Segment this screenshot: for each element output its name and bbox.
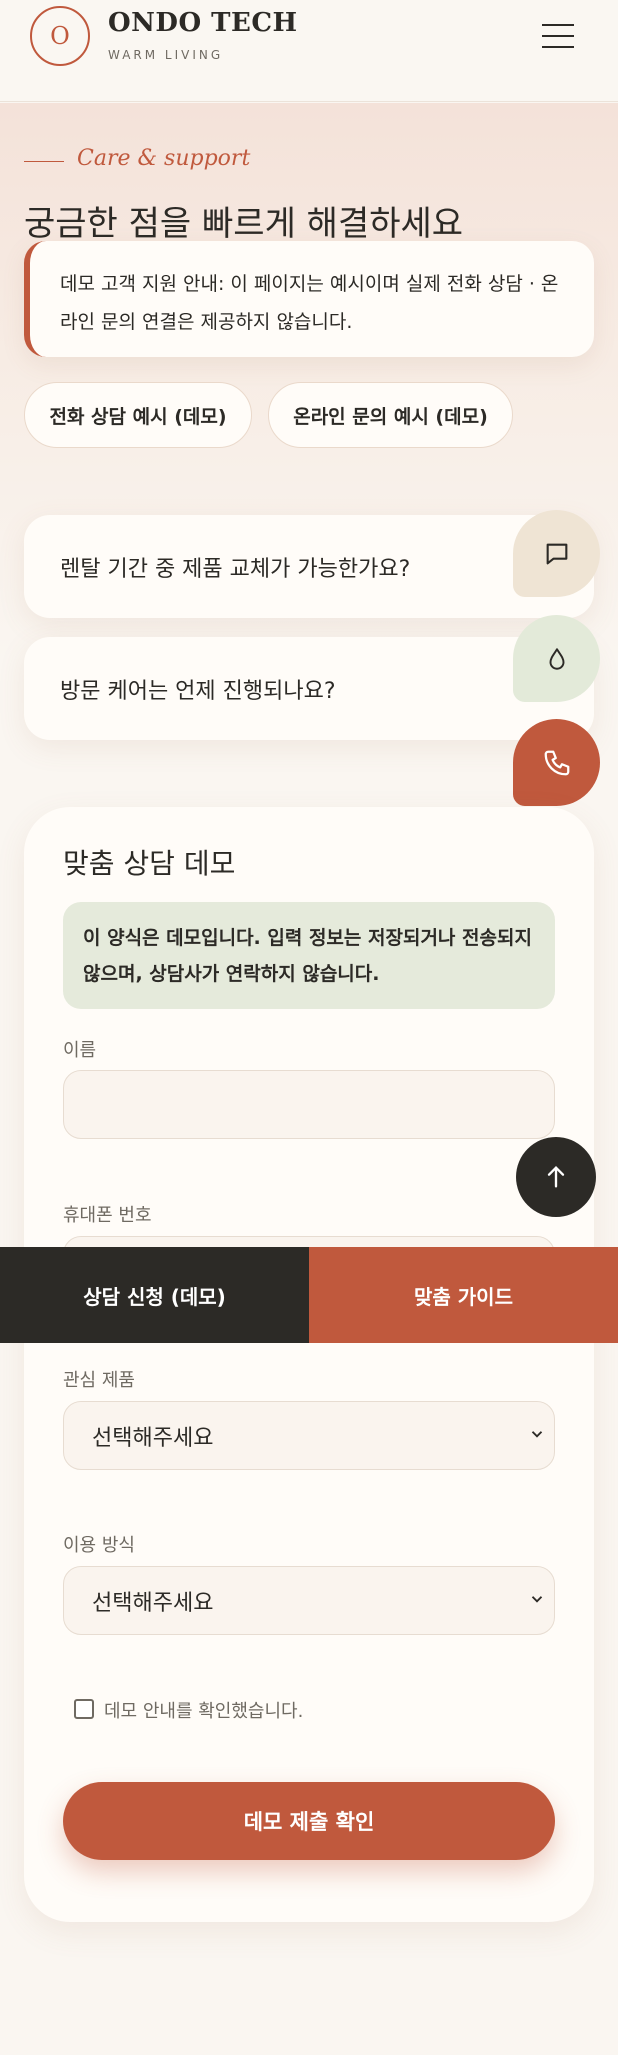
- logo-letter: O: [50, 22, 70, 50]
- phone-label: 휴대폰 번호: [63, 1205, 152, 1226]
- product-select-value: 선택해주세요: [92, 1425, 214, 1451]
- chevron-down-icon: [531, 1596, 543, 1603]
- hamburger-icon[interactable]: [538, 18, 578, 54]
- eyebrow-divider: [24, 161, 64, 162]
- product-label: 관심 제품: [63, 1370, 135, 1391]
- usage-label: 이용 방식: [63, 1535, 135, 1556]
- usage-select[interactable]: 선택해주세요: [63, 1566, 555, 1635]
- usage-select-value: 선택해주세요: [92, 1590, 214, 1616]
- demo-notice-text: 데모 고객 지원 안내: 이 페이지는 예시이며 실제 전화 상담 · 온라인 …: [60, 273, 559, 333]
- page-title: 궁금한 점을 빠르게 해결하세요: [24, 204, 464, 244]
- submit-label: 데모 제출 확인: [243, 1810, 375, 1834]
- chat-bubble-icon[interactable]: [513, 510, 600, 597]
- water-drop-icon[interactable]: [513, 615, 600, 702]
- custom-guide-label: 맞춤 가이드: [414, 1284, 513, 1309]
- name-label: 이름: [63, 1040, 97, 1061]
- consult-request-button[interactable]: 상담 신청 (데모): [0, 1247, 309, 1343]
- brand-name[interactable]: ONDO TECH: [108, 8, 298, 38]
- form-demo-note: 이 양식은 데모입니다. 입력 정보는 저장되거나 전송되지 않으며, 상담사가…: [63, 902, 555, 1009]
- product-select[interactable]: 선택해주세요: [63, 1401, 555, 1470]
- brand-tagline: WARM LIVING: [108, 48, 224, 62]
- logo-mark[interactable]: O: [30, 6, 90, 66]
- consent-label[interactable]: 데모 안내를 확인했습니다.: [104, 1697, 303, 1723]
- site-header: O ONDO TECH WARM LIVING: [0, 0, 618, 102]
- online-inquiry-label: 온라인 문의 예시 (데모): [293, 405, 488, 428]
- online-inquiry-button[interactable]: 온라인 문의 예시 (데모): [268, 382, 513, 448]
- phone-icon[interactable]: [513, 719, 600, 806]
- arrow-up-icon[interactable]: [516, 1137, 596, 1217]
- faq-item[interactable]: 방문 케어는 언제 진행되나요?: [24, 637, 594, 740]
- faq-item[interactable]: 렌탈 기간 중 제품 교체가 가능한가요?: [24, 515, 594, 618]
- submit-button[interactable]: 데모 제출 확인: [63, 1782, 555, 1860]
- section-eyebrow: Care & support: [77, 146, 251, 171]
- phone-consult-label: 전화 상담 예시 (데모): [49, 405, 227, 428]
- faq-question: 렌탈 기간 중 제품 교체가 가능한가요?: [60, 556, 411, 582]
- faq-question: 방문 케어는 언제 진행되나요?: [60, 678, 336, 704]
- phone-consult-button[interactable]: 전화 상담 예시 (데모): [24, 382, 252, 448]
- form-title: 맞춤 상담 데모: [63, 847, 236, 880]
- name-field[interactable]: [63, 1070, 555, 1139]
- demo-notice: 데모 고객 지원 안내: 이 페이지는 예시이며 실제 전화 상담 · 온라인 …: [24, 241, 594, 357]
- chevron-down-icon: [531, 1431, 543, 1438]
- consult-request-label: 상담 신청 (데모): [83, 1284, 226, 1309]
- custom-guide-button[interactable]: 맞춤 가이드: [309, 1247, 618, 1343]
- consent-checkbox[interactable]: [74, 1699, 94, 1719]
- sticky-bottom-bar: 상담 신청 (데모) 맞춤 가이드: [0, 1247, 618, 1343]
